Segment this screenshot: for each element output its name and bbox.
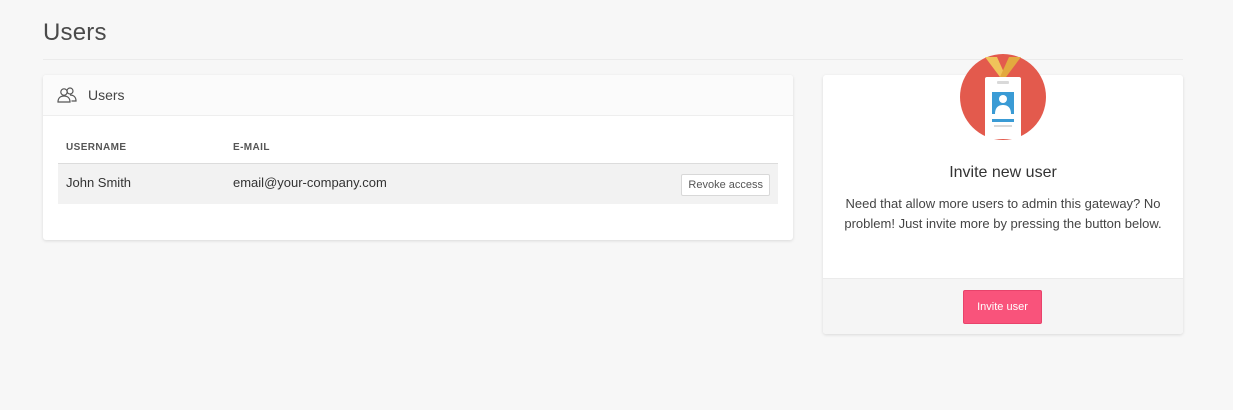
- panel-title: Users: [88, 87, 125, 103]
- cell-email: email@your-company.com: [233, 175, 387, 190]
- invite-user-button[interactable]: Invite user: [963, 290, 1042, 324]
- users-page: Users Users USERNAME E-MAIL John Smith e…: [0, 0, 1233, 410]
- invite-footer: Invite user: [823, 278, 1183, 334]
- invite-description: Need that allow more users to admin this…: [844, 196, 1162, 231]
- users-icon: [57, 86, 77, 104]
- column-header-email: E-MAIL: [233, 142, 270, 153]
- invite-title: Invite new user: [949, 164, 1057, 181]
- column-header-username: USERNAME: [66, 142, 127, 153]
- revoke-access-button[interactable]: Revoke access: [681, 174, 770, 196]
- table-row: John Smith email@your-company.com Revoke…: [58, 164, 778, 204]
- page-title: Users: [43, 19, 107, 46]
- users-panel: Users USERNAME E-MAIL John Smith email@y…: [43, 75, 793, 240]
- panel-header: Users: [43, 75, 793, 116]
- users-table: USERNAME E-MAIL John Smith email@your-co…: [58, 133, 778, 204]
- table-header: USERNAME E-MAIL: [58, 133, 778, 164]
- id-badge-icon: [959, 53, 1047, 141]
- cell-username: John Smith: [66, 175, 132, 190]
